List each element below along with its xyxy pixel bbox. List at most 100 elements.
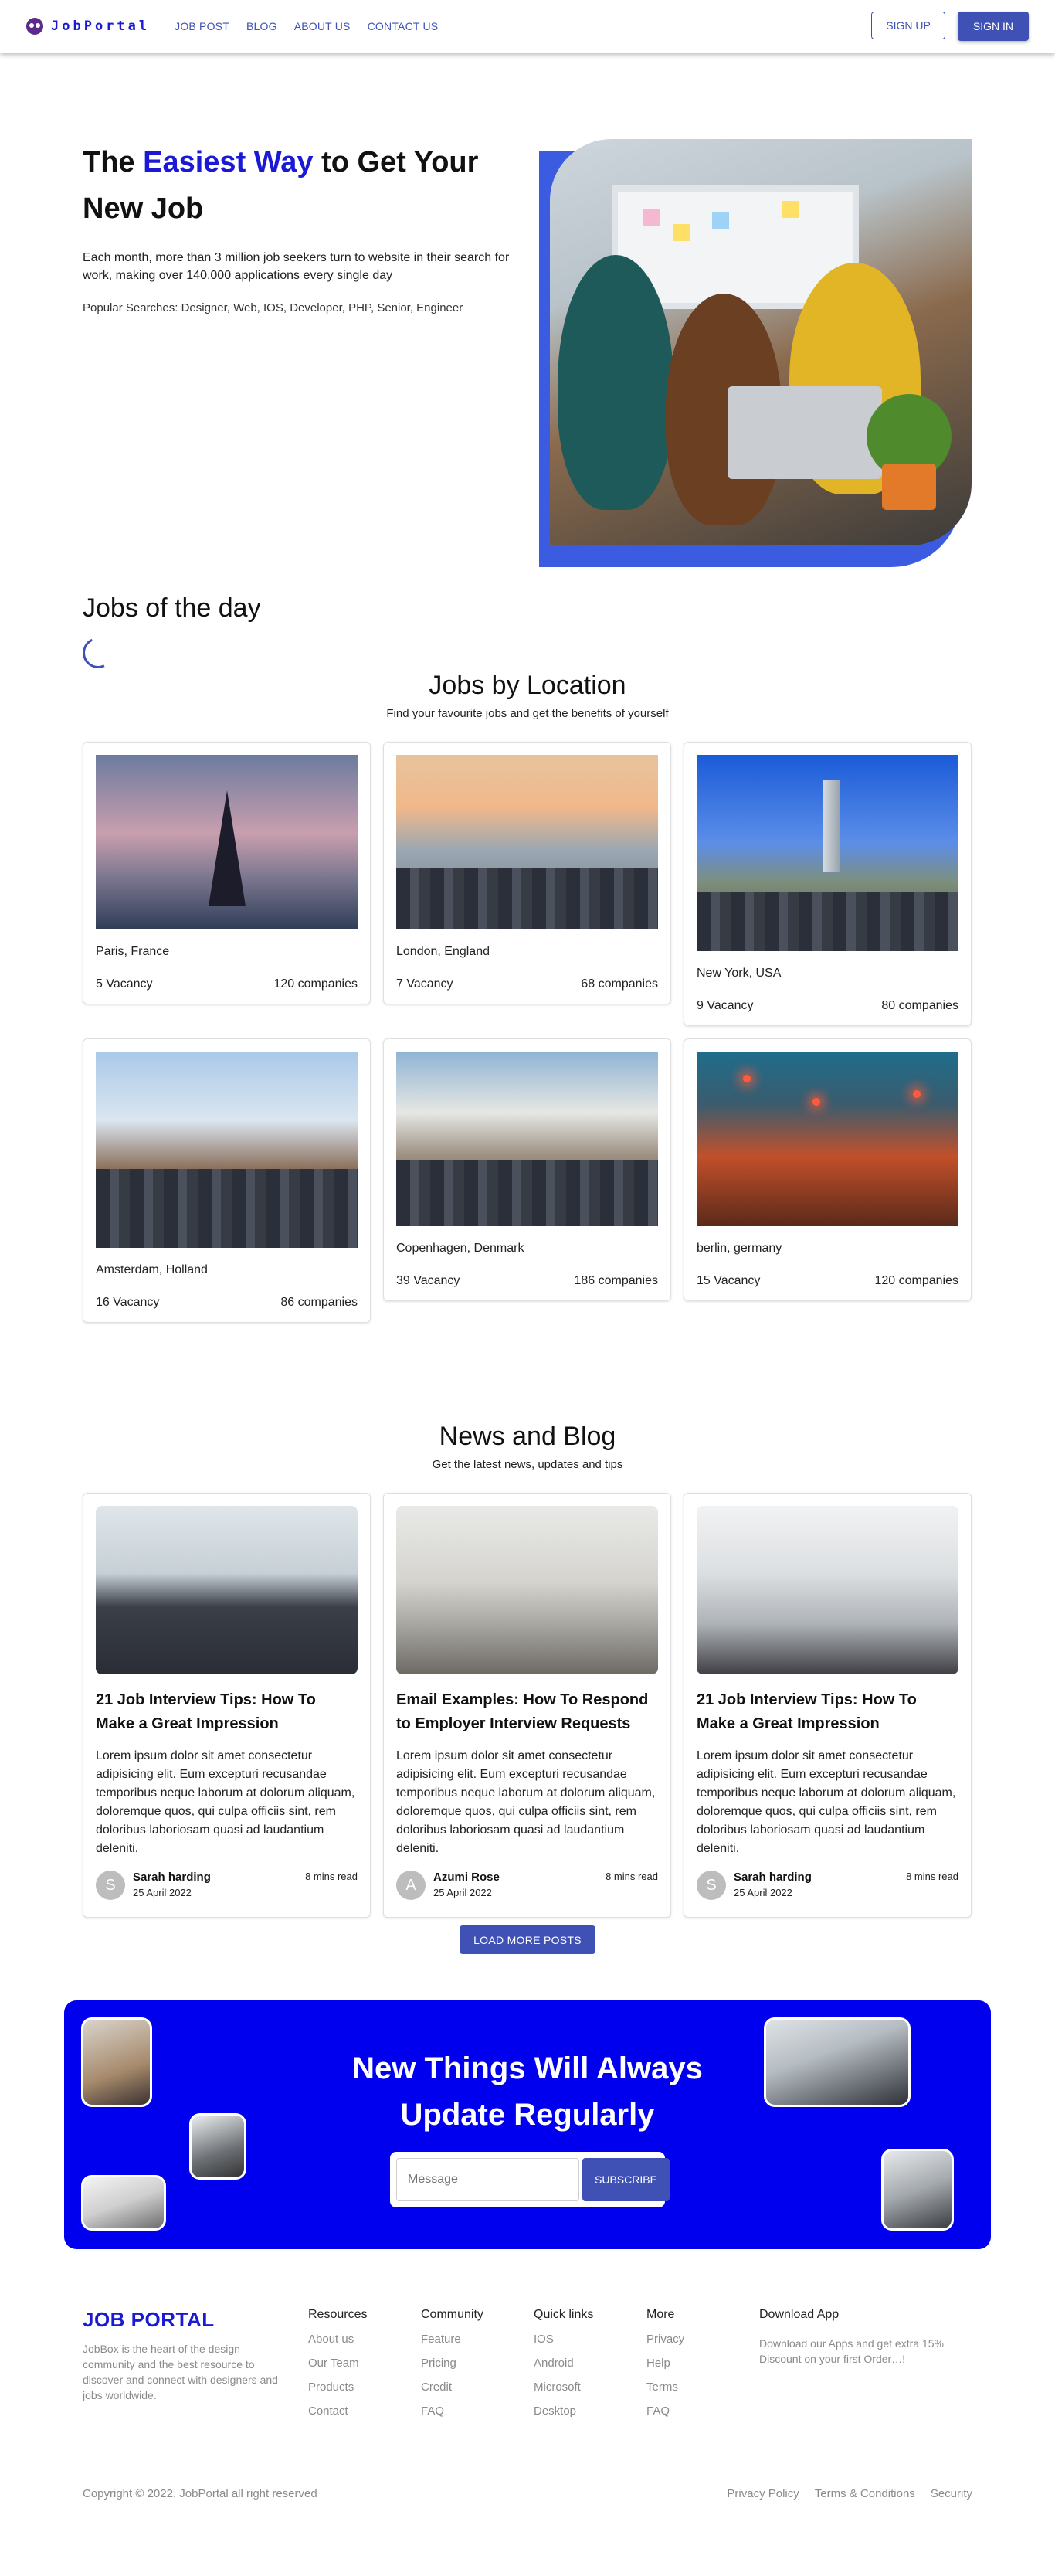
location-image bbox=[396, 755, 658, 929]
city-skyline bbox=[396, 868, 658, 929]
spinner-icon bbox=[78, 633, 118, 673]
location-name: berlin, germany bbox=[697, 1242, 782, 1255]
news-card-body: Lorem ipsum dolor sit amet consectetur a… bbox=[96, 1749, 355, 1855]
footer-link[interactable]: FAQ bbox=[421, 2404, 534, 2418]
newsletter-title: New Things Will Always Update Regularly bbox=[64, 2045, 991, 2138]
footer-link[interactable]: Help bbox=[646, 2357, 759, 2370]
avatar: S bbox=[96, 1871, 125, 1900]
city-skyline bbox=[396, 1160, 658, 1226]
location-card[interactable]: London, England 7 Vacancy 68 companies bbox=[383, 742, 671, 1004]
location-meta: 16 Vacancy 86 companies bbox=[96, 1296, 358, 1310]
company-count: 68 companies bbox=[581, 977, 658, 991]
sign-up-button[interactable]: SIGN UP bbox=[871, 12, 945, 39]
news-card-title[interactable]: Email Examples: How To Respond to Employ… bbox=[396, 1688, 658, 1736]
jobs-of-the-day: Jobs of the day bbox=[78, 593, 261, 673]
footer-link[interactable]: IOS bbox=[534, 2333, 646, 2346]
read-time: 8 mins read bbox=[305, 1871, 358, 1882]
nav-links: JOB POST BLOG ABOUT US CONTACT US bbox=[175, 20, 438, 32]
nav-link-blog[interactable]: BLOG bbox=[246, 20, 277, 32]
footer-link[interactable]: Contact bbox=[308, 2404, 421, 2418]
security-link[interactable]: Security bbox=[931, 2487, 972, 2500]
subscribe-button[interactable]: SUBSCRIBE bbox=[582, 2158, 670, 2201]
news-author: S Sarah harding 25 April 2022 8 mins rea… bbox=[697, 1871, 958, 1900]
download-app-text: Download our Apps and get extra 15% Disc… bbox=[759, 2337, 944, 2365]
hero-title-accent: Easiest Way bbox=[143, 146, 314, 178]
footer-link[interactable]: Products bbox=[308, 2381, 421, 2394]
footer-bottom: Copyright © 2022. JobPortal all right re… bbox=[83, 2455, 972, 2532]
news-grid: 21 Job Interview Tips: How To Make a Gre… bbox=[0, 1493, 1055, 1925]
sticky-note bbox=[673, 224, 690, 241]
news-image bbox=[697, 1506, 958, 1674]
nav-link-contact-us[interactable]: CONTACT US bbox=[368, 20, 439, 32]
hero-title-pre: The bbox=[83, 146, 144, 178]
location-name: Paris, France bbox=[96, 945, 170, 958]
sign-in-button[interactable]: SIGN IN bbox=[957, 12, 1029, 41]
read-time: 8 mins read bbox=[906, 1871, 958, 1882]
read-time: 8 mins read bbox=[606, 1871, 658, 1882]
footer-column-title: More bbox=[646, 2308, 675, 2321]
footer-column-community: Community Feature Pricing Credit FAQ bbox=[421, 2308, 534, 2455]
location-card[interactable]: Copenhagen, Denmark 39 Vacancy 186 compan… bbox=[383, 1038, 671, 1301]
footer-link[interactable]: Pricing bbox=[421, 2357, 534, 2370]
author-name: Azumi Rose bbox=[433, 1871, 500, 1884]
footer-download-app: Download App Download our Apps and get e… bbox=[759, 2308, 960, 2455]
author-info: Sarah harding 25 April 2022 bbox=[133, 1871, 211, 1898]
location-meta: 7 Vacancy 68 companies bbox=[396, 977, 658, 991]
footer-link[interactable]: Terms bbox=[646, 2381, 759, 2394]
location-grid: Paris, France 5 Vacancy 120 companies Lon… bbox=[0, 742, 1055, 1352]
popular-searches: Popular Searches: Designer, Web, IOS, De… bbox=[83, 301, 463, 314]
download-app-title: Download App bbox=[759, 2308, 840, 2321]
footer-column-resources: Resources About us Our Team Products Con… bbox=[308, 2308, 421, 2455]
footer-link[interactable]: Desktop bbox=[534, 2404, 646, 2418]
company-count: 120 companies bbox=[874, 1274, 958, 1287]
sticky-note bbox=[782, 201, 799, 218]
footer-link[interactable]: Credit bbox=[421, 2381, 534, 2394]
privacy-policy-link[interactable]: Privacy Policy bbox=[727, 2487, 799, 2500]
location-image bbox=[396, 1052, 658, 1226]
author-name: Sarah harding bbox=[133, 1871, 211, 1884]
location-card[interactable]: New York, USA 9 Vacancy 80 companies bbox=[684, 742, 972, 1026]
news-image bbox=[396, 1506, 658, 1674]
location-name: London, England bbox=[396, 945, 490, 958]
message-input[interactable] bbox=[396, 2158, 579, 2201]
news-card-title[interactable]: 21 Job Interview Tips: How To Make a Gre… bbox=[96, 1688, 358, 1736]
footer-column-quick-links: Quick links IOS Android Microsoft Deskto… bbox=[534, 2308, 646, 2455]
location-card[interactable]: berlin, germany 15 Vacancy 120 companies bbox=[684, 1038, 972, 1301]
vacancy-count: 5 Vacancy bbox=[96, 977, 153, 991]
footer-link[interactable]: FAQ bbox=[646, 2404, 759, 2418]
footer-link[interactable]: Microsoft bbox=[534, 2381, 646, 2394]
news-card-title[interactable]: 21 Job Interview Tips: How To Make a Gre… bbox=[697, 1688, 958, 1736]
eiffel-tower bbox=[208, 790, 246, 906]
plant-pot bbox=[882, 464, 936, 510]
avatar: A bbox=[396, 1871, 426, 1900]
nav-link-job-post[interactable]: JOB POST bbox=[175, 20, 229, 32]
news-blog-section: News and Blog Get the latest news, updat… bbox=[0, 1352, 1055, 1954]
news-author: S Sarah harding 25 April 2022 8 mins rea… bbox=[96, 1871, 358, 1900]
news-card[interactable]: 21 Job Interview Tips: How To Make a Gre… bbox=[684, 1493, 972, 1918]
terms-conditions-link[interactable]: Terms & Conditions bbox=[815, 2487, 915, 2500]
location-card[interactable]: Amsterdam, Holland 16 Vacancy 86 companie… bbox=[83, 1038, 371, 1323]
news-card[interactable]: Email Examples: How To Respond to Employ… bbox=[383, 1493, 671, 1918]
footer-link[interactable]: Our Team bbox=[308, 2357, 421, 2370]
location-meta: 9 Vacancy 80 companies bbox=[697, 999, 958, 1013]
location-card[interactable]: Paris, France 5 Vacancy 120 companies bbox=[83, 742, 371, 1004]
news-card[interactable]: 21 Job Interview Tips: How To Make a Gre… bbox=[83, 1493, 371, 1918]
load-more-posts-button[interactable]: LOAD MORE POSTS bbox=[460, 1925, 595, 1954]
hero-photo-team bbox=[550, 139, 972, 545]
footer-logo[interactable]: JOB PORTAL bbox=[83, 2308, 308, 2332]
location-image bbox=[697, 1052, 958, 1226]
street-lamp bbox=[913, 1090, 921, 1098]
logo-text: JobPortal bbox=[51, 19, 151, 34]
hero-text: The Easiest Way to Get Your New Job Each… bbox=[83, 139, 515, 314]
footer-link[interactable]: About us bbox=[308, 2333, 421, 2346]
footer-link[interactable]: Privacy bbox=[646, 2333, 759, 2346]
logo[interactable]: JobPortal bbox=[26, 18, 150, 35]
nav-link-about-us[interactable]: ABOUT US bbox=[294, 20, 351, 32]
street-lamp bbox=[743, 1075, 751, 1082]
location-image bbox=[96, 755, 358, 929]
sticky-note bbox=[643, 209, 660, 226]
footer-link[interactable]: Feature bbox=[421, 2333, 534, 2346]
locations-title: Jobs by Location bbox=[429, 671, 626, 700]
news-subtitle: Get the latest news, updates and tips bbox=[432, 1458, 623, 1471]
footer-link[interactable]: Android bbox=[534, 2357, 646, 2370]
